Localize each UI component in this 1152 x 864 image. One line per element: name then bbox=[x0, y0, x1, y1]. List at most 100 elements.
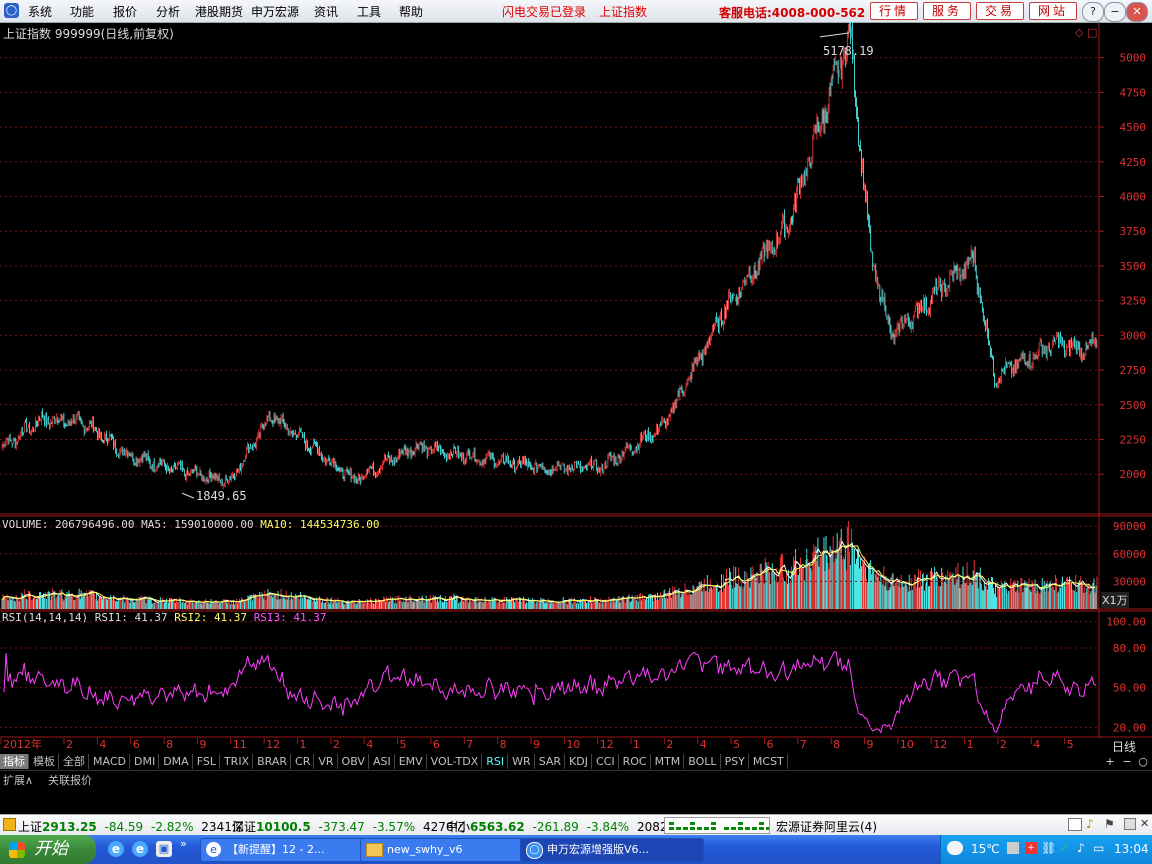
high-marker bbox=[819, 32, 850, 38]
date-axis-label: 6 bbox=[433, 738, 440, 751]
indicator-tab-boll[interactable]: BOLL bbox=[685, 754, 721, 769]
indicator-tab-asi[interactable]: ASI bbox=[370, 754, 395, 769]
low-marker bbox=[181, 492, 195, 499]
quicklaunch-more-icon[interactable]: » bbox=[180, 837, 187, 850]
close-icon[interactable]: ✕ bbox=[1126, 2, 1148, 22]
chart-area[interactable]: 5000475045004250400037503500325030002750… bbox=[0, 22, 1152, 752]
taskbar-item-folder[interactable]: new_swhy_v6 bbox=[360, 838, 538, 862]
menu-swhy[interactable]: 申万宏源 bbox=[251, 3, 299, 20]
indicator-tab-模板[interactable]: 模板 bbox=[30, 754, 59, 769]
volume-bars bbox=[1, 521, 1098, 609]
indicator-tab-trix[interactable]: TRIX bbox=[221, 754, 254, 769]
menu-function[interactable]: 功能 bbox=[70, 3, 94, 20]
indicator-tab-emv[interactable]: EMV bbox=[396, 754, 427, 769]
indicator-tab-vol-tdx[interactable]: VOL-TDX bbox=[428, 754, 483, 769]
signal-icon: ⚑ bbox=[1104, 817, 1115, 831]
lock-icon[interactable] bbox=[1124, 818, 1136, 830]
indicator-tab-psy[interactable]: PSY bbox=[722, 754, 749, 769]
indicator-tab-macd[interactable]: MACD bbox=[90, 754, 130, 769]
menu-tools[interactable]: 工具 bbox=[357, 3, 381, 20]
indicator-tab-全部[interactable]: 全部 bbox=[60, 754, 89, 769]
period-label[interactable]: 日线 bbox=[1112, 738, 1136, 755]
keyboard-icon[interactable] bbox=[1068, 818, 1082, 831]
menu-analysis[interactable]: 分析 bbox=[156, 3, 180, 20]
sme-index-ticker[interactable]: 中小6563.62 -261.89 -3.84% 2082亿 bbox=[446, 818, 679, 835]
price-tick-label: 3250 bbox=[1120, 295, 1147, 308]
expand-tab[interactable]: 扩展∧ bbox=[3, 772, 33, 788]
date-axis-label: 9 bbox=[533, 738, 540, 751]
date-axis-label: 7 bbox=[800, 738, 807, 751]
tray-display-icon[interactable]: ▭ bbox=[1093, 841, 1104, 855]
desktop-icon[interactable]: ▣ bbox=[156, 841, 172, 857]
volume-tick-label: 60000 bbox=[1113, 548, 1146, 561]
trade-button[interactable]: 交易 bbox=[976, 2, 1024, 20]
indicator-tab-brar[interactable]: BRAR bbox=[254, 754, 292, 769]
menu-system[interactable]: 系统 bbox=[28, 3, 52, 20]
date-axis-label: 8 bbox=[833, 738, 840, 751]
sh-index-ticker[interactable]: 上证2913.25 -84.59 -2.82% 2341亿 bbox=[18, 818, 244, 835]
tray-shield-icon[interactable]: ✓ bbox=[1059, 841, 1069, 855]
market-button[interactable]: 行情 bbox=[870, 2, 918, 20]
indicator-tab-mcst[interactable]: MCST bbox=[750, 754, 788, 769]
rsi-params: RSI(14,14,14) bbox=[2, 611, 89, 624]
related-quotes-tab[interactable]: 关联报价 bbox=[48, 772, 92, 788]
price-tick-label: 2500 bbox=[1120, 399, 1147, 412]
reset-button[interactable]: ○ bbox=[1136, 755, 1150, 768]
start-button[interactable]: 开始 bbox=[0, 835, 96, 864]
volume-ma5: MA5: 159010000.00 bbox=[141, 518, 254, 531]
weather-cloud-icon bbox=[947, 841, 963, 855]
sz-index-ticker[interactable]: 深证10100.5 -373.47 -3.57% 4276亿 bbox=[232, 818, 465, 835]
date-axis-label: 1 bbox=[967, 738, 974, 751]
rsi-line bbox=[3, 651, 1097, 734]
tray-app-icon[interactable] bbox=[1007, 842, 1019, 854]
price-tick-label: 2750 bbox=[1120, 364, 1147, 377]
indicator-tab-指标[interactable]: 指标 bbox=[0, 754, 29, 769]
date-axis-label: 8 bbox=[500, 738, 507, 751]
menu-news[interactable]: 资讯 bbox=[314, 3, 338, 20]
indicator-tab-obv[interactable]: OBV bbox=[339, 754, 369, 769]
indicator-tab-vr[interactable]: VR bbox=[315, 754, 338, 769]
indicator-tab-rsi[interactable]: RSI bbox=[483, 754, 509, 769]
menu-help[interactable]: 帮助 bbox=[399, 3, 423, 20]
clock[interactable]: 13:04 bbox=[1114, 842, 1149, 856]
taskbar-item-notice[interactable]: e 【新提醒】12 - 2... bbox=[200, 838, 378, 862]
indicator-tab-sar[interactable]: SAR bbox=[536, 754, 566, 769]
tray-antivirus-icon[interactable]: + bbox=[1025, 842, 1037, 854]
volume-ma10: MA10: 144534736.00 bbox=[260, 518, 380, 531]
minimize-icon[interactable]: − bbox=[1104, 2, 1126, 22]
indicator-tab-mtm[interactable]: MTM bbox=[652, 754, 685, 769]
bell-icon[interactable]: ♪ bbox=[1086, 817, 1094, 831]
indicator-tab-fsl[interactable]: FSL bbox=[194, 754, 220, 769]
indicator-tab-dmi[interactable]: DMI bbox=[131, 754, 160, 769]
tray-volume-icon[interactable]: ♪ bbox=[1077, 841, 1085, 855]
price-candles bbox=[1, 22, 1098, 499]
indicator-tab-dma[interactable]: DMA bbox=[160, 754, 193, 769]
menu-quote[interactable]: 报价 bbox=[113, 3, 137, 20]
service-button[interactable]: 服务 bbox=[923, 2, 971, 20]
indicator-tab-kdj[interactable]: KDJ bbox=[566, 754, 592, 769]
zoom-out-button[interactable]: − bbox=[1120, 755, 1134, 768]
tray-network-icon[interactable]: ⛓ bbox=[1041, 841, 1056, 855]
rsi-tick-label: 80.00 bbox=[1113, 642, 1146, 655]
close-panel-icon[interactable]: ✕ bbox=[1140, 817, 1149, 830]
taskbar-item-swhy[interactable]: ◯ 申万宏源增强版V6... bbox=[520, 838, 704, 862]
menu-hk-futures[interactable]: 港股期货 bbox=[195, 3, 243, 20]
browser-icon[interactable]: e bbox=[132, 841, 148, 857]
menu-bar: ◯ 系统 功能 报价 分析 港股期货 申万宏源 资讯 工具 帮助 闪电交易已登录… bbox=[0, 0, 1152, 23]
date-axis-label: 2 bbox=[333, 738, 340, 751]
volume-unit: X1万 bbox=[1101, 592, 1129, 608]
price-tick-label: 4000 bbox=[1120, 191, 1147, 204]
indicator-tab-cr[interactable]: CR bbox=[292, 754, 315, 769]
price-tick-label: 5000 bbox=[1120, 52, 1147, 65]
indicator-tab-roc[interactable]: ROC bbox=[620, 754, 651, 769]
low-label: 1849.65 bbox=[196, 489, 247, 503]
website-button[interactable]: 网站 bbox=[1029, 2, 1077, 20]
indicator-tab-wr[interactable]: WR bbox=[509, 754, 535, 769]
help-icon[interactable]: ? bbox=[1082, 2, 1104, 22]
ie-icon[interactable]: e bbox=[108, 841, 124, 857]
date-axis-label: 5 bbox=[400, 738, 407, 751]
zoom-in-button[interactable]: + bbox=[1103, 755, 1117, 768]
date-axis-label: 2 bbox=[1000, 738, 1007, 751]
indicator-tab-cci[interactable]: CCI bbox=[593, 754, 619, 769]
server-name[interactable]: 宏源证券阿里云(4) bbox=[776, 818, 877, 835]
